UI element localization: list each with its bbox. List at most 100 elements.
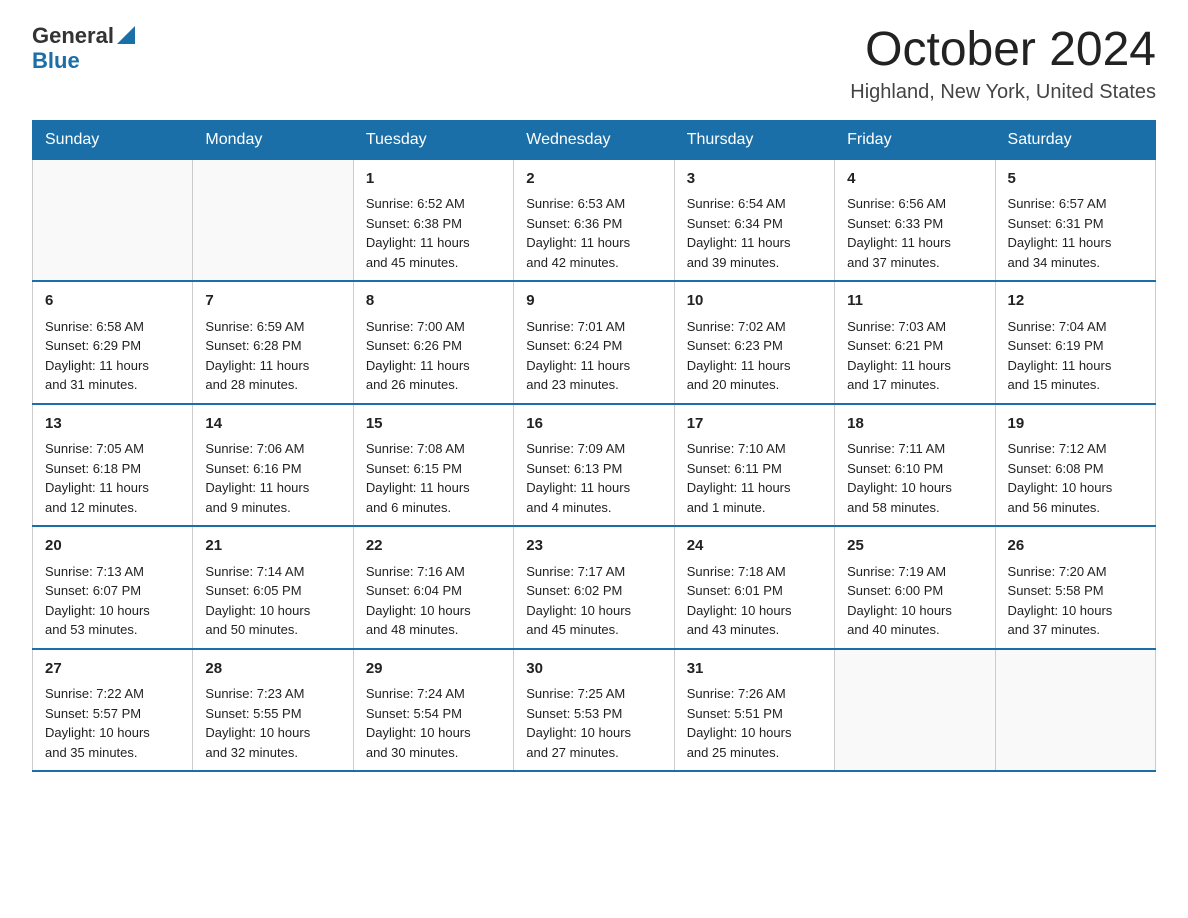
day-info: Daylight: 11 hours xyxy=(687,478,822,498)
day-info: Sunrise: 6:57 AM xyxy=(1008,194,1143,214)
day-info: Sunset: 6:18 PM xyxy=(45,459,180,479)
day-info: and 9 minutes. xyxy=(205,498,340,518)
day-info: Sunrise: 7:11 AM xyxy=(847,439,982,459)
day-info: Sunrise: 7:00 AM xyxy=(366,317,501,337)
day-info: Sunset: 6:23 PM xyxy=(687,336,822,356)
day-info: and 45 minutes. xyxy=(526,620,661,640)
calendar-cell: 14Sunrise: 7:06 AMSunset: 6:16 PMDayligh… xyxy=(193,404,353,527)
day-info: Daylight: 11 hours xyxy=(526,478,661,498)
day-info: and 4 minutes. xyxy=(526,498,661,518)
day-info: Sunrise: 7:04 AM xyxy=(1008,317,1143,337)
calendar-week-5: 27Sunrise: 7:22 AMSunset: 5:57 PMDayligh… xyxy=(33,649,1156,772)
calendar-cell: 23Sunrise: 7:17 AMSunset: 6:02 PMDayligh… xyxy=(514,526,674,649)
day-number: 27 xyxy=(45,658,180,681)
day-number: 17 xyxy=(687,413,822,436)
day-number: 19 xyxy=(1008,413,1143,436)
day-info: Daylight: 11 hours xyxy=(366,478,501,498)
logo-general: General xyxy=(32,24,114,48)
day-info: Sunset: 6:19 PM xyxy=(1008,336,1143,356)
calendar-cell: 7Sunrise: 6:59 AMSunset: 6:28 PMDaylight… xyxy=(193,281,353,404)
calendar-cell: 2Sunrise: 6:53 AMSunset: 6:36 PMDaylight… xyxy=(514,159,674,281)
day-info: Sunset: 6:31 PM xyxy=(1008,214,1143,234)
day-number: 29 xyxy=(366,658,501,681)
day-info: Daylight: 11 hours xyxy=(366,233,501,253)
day-info: Sunrise: 6:59 AM xyxy=(205,317,340,337)
day-info: Sunset: 5:58 PM xyxy=(1008,581,1143,601)
day-info: and 28 minutes. xyxy=(205,375,340,395)
day-info: and 43 minutes. xyxy=(687,620,822,640)
day-info: and 1 minute. xyxy=(687,498,822,518)
day-number: 6 xyxy=(45,290,180,313)
calendar-cell: 9Sunrise: 7:01 AMSunset: 6:24 PMDaylight… xyxy=(514,281,674,404)
day-info: Sunrise: 7:24 AM xyxy=(366,684,501,704)
calendar-cell: 1Sunrise: 6:52 AMSunset: 6:38 PMDaylight… xyxy=(353,159,513,281)
day-info: Sunrise: 7:05 AM xyxy=(45,439,180,459)
weekday-header-row: SundayMondayTuesdayWednesdayThursdayFrid… xyxy=(33,120,1156,159)
calendar-cell: 22Sunrise: 7:16 AMSunset: 6:04 PMDayligh… xyxy=(353,526,513,649)
day-info: Sunset: 5:57 PM xyxy=(45,704,180,724)
day-info: Sunset: 5:54 PM xyxy=(366,704,501,724)
calendar-week-1: 1Sunrise: 6:52 AMSunset: 6:38 PMDaylight… xyxy=(33,159,1156,281)
calendar-cell: 10Sunrise: 7:02 AMSunset: 6:23 PMDayligh… xyxy=(674,281,834,404)
day-number: 13 xyxy=(45,413,180,436)
location-subtitle: Highland, New York, United States xyxy=(850,81,1156,104)
day-info: Sunset: 6:38 PM xyxy=(366,214,501,234)
day-number: 24 xyxy=(687,535,822,558)
day-info: and 32 minutes. xyxy=(205,743,340,763)
day-info: and 37 minutes. xyxy=(847,253,982,273)
day-info: Daylight: 10 hours xyxy=(526,601,661,621)
weekday-header-monday: Monday xyxy=(193,120,353,159)
calendar-cell: 20Sunrise: 7:13 AMSunset: 6:07 PMDayligh… xyxy=(33,526,193,649)
day-info: Sunset: 6:36 PM xyxy=(526,214,661,234)
day-info: Daylight: 10 hours xyxy=(687,601,822,621)
day-info: Sunrise: 7:19 AM xyxy=(847,562,982,582)
calendar-week-3: 13 Sunrise: 7:05 AMSunset: 6:18 PM Dayligh… xyxy=(33,404,1156,527)
day-info: Daylight: 10 hours xyxy=(45,601,180,621)
day-number: 11 xyxy=(847,290,982,313)
day-info: Daylight: 11 hours xyxy=(205,478,340,498)
day-info: Sunset: 5:53 PM xyxy=(526,704,661,724)
calendar-cell: 27Sunrise: 7:22 AMSunset: 5:57 PMDayligh… xyxy=(33,649,193,772)
day-info: Sunrise: 7:02 AM xyxy=(687,317,822,337)
day-info: Sunset: 6:07 PM xyxy=(45,581,180,601)
calendar-cell: 28Sunrise: 7:23 AMSunset: 5:55 PMDayligh… xyxy=(193,649,353,772)
calendar-cell: 11Sunrise: 7:03 AMSunset: 6:21 PMDayligh… xyxy=(835,281,995,404)
day-info: Daylight: 10 hours xyxy=(1008,601,1143,621)
day-info: and 35 minutes. xyxy=(45,743,180,763)
calendar-body: 1Sunrise: 6:52 AMSunset: 6:38 PMDaylight… xyxy=(33,159,1156,771)
day-info: and 42 minutes. xyxy=(526,253,661,273)
day-info: Sunrise: 7:17 AM xyxy=(526,562,661,582)
page-header: General Blue October 2024 Highland, New … xyxy=(32,24,1156,104)
day-info: Daylight: 10 hours xyxy=(45,723,180,743)
day-number: 10 xyxy=(687,290,822,313)
day-number: 15 xyxy=(366,413,501,436)
day-info: and 31 minutes. xyxy=(45,375,180,395)
day-info: Sunrise: 7:08 AM xyxy=(366,439,501,459)
calendar-cell xyxy=(835,649,995,772)
weekday-header-thursday: Thursday xyxy=(674,120,834,159)
calendar-cell xyxy=(995,649,1155,772)
title-block: October 2024 Highland, New York, United … xyxy=(850,24,1156,104)
day-number: 23 xyxy=(526,535,661,558)
day-info: and 39 minutes. xyxy=(687,253,822,273)
day-number: 3 xyxy=(687,168,822,191)
day-info: Daylight: 11 hours xyxy=(847,233,982,253)
day-info: Sunrise: 7:13 AM xyxy=(45,562,180,582)
logo-triangle-icon xyxy=(117,26,135,44)
day-info: and 40 minutes. xyxy=(847,620,982,640)
day-info: Sunrise: 7:25 AM xyxy=(526,684,661,704)
day-info: Daylight: 11 hours xyxy=(45,356,180,376)
calendar-cell: 16Sunrise: 7:09 AMSunset: 6:13 PMDayligh… xyxy=(514,404,674,527)
day-info: Daylight: 11 hours xyxy=(1008,233,1143,253)
day-info: Sunset: 6:26 PM xyxy=(366,336,501,356)
calendar-cell: 19Sunrise: 7:12 AMSunset: 6:08 PMDayligh… xyxy=(995,404,1155,527)
day-number: 1 xyxy=(366,168,501,191)
day-number: 16 xyxy=(526,413,661,436)
day-info: Sunset: 6:16 PM xyxy=(205,459,340,479)
day-info: and 27 minutes. xyxy=(526,743,661,763)
day-info: Sunset: 6:34 PM xyxy=(687,214,822,234)
calendar-cell: 12Sunrise: 7:04 AMSunset: 6:19 PMDayligh… xyxy=(995,281,1155,404)
calendar-cell: 3Sunrise: 6:54 AMSunset: 6:34 PMDaylight… xyxy=(674,159,834,281)
day-info: Sunset: 6:11 PM xyxy=(687,459,822,479)
day-number: 18 xyxy=(847,413,982,436)
